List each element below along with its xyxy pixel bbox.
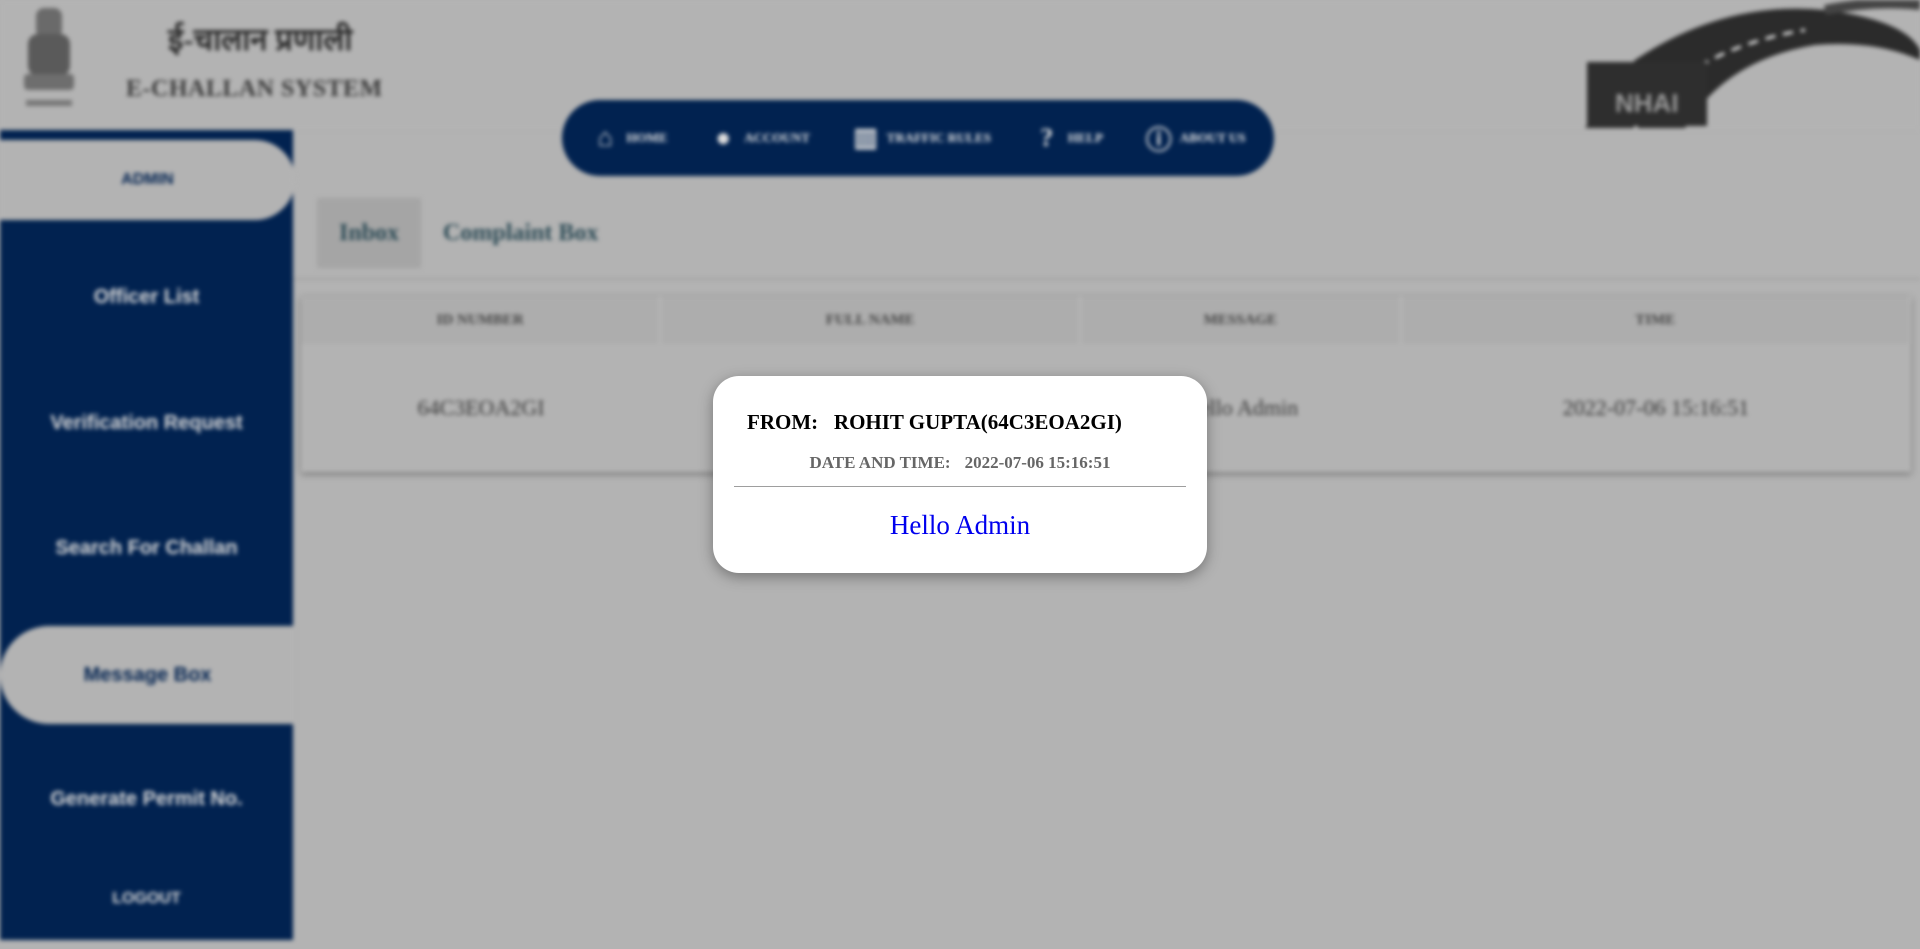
message-modal: FROM: ROHIT GUPTA(64C3EOA2GI) DATE AND T… [713,376,1207,573]
sidebar-item-generate-permit[interactable]: Generate Permit No. [0,788,293,811]
message-tabs: Inbox Complaint Box [317,198,620,268]
column-header-name: FULL NAME [661,296,1082,344]
sidebar-header-admin: ADMIN [0,140,295,220]
site-title-hindi: ई-चालान प्रणाली [168,22,353,57]
date-value: 2022-07-06 15:16:51 [964,453,1111,472]
national-emblem-icon [24,8,74,106]
table-header: ID NUMBER FULL NAME MESSAGE TIME [301,296,1911,344]
column-header-message: MESSAGE [1081,296,1402,344]
column-header-id: ID NUMBER [301,296,662,344]
modal-divider [734,486,1186,487]
sidebar-item-search-for-challan[interactable]: Search For Challan [0,537,293,560]
date-label: DATE AND TIME: [809,453,951,472]
from-value: ROHIT GUPTA(64C3EOA2GI) [833,410,1122,434]
tab-inbox[interactable]: Inbox [317,198,422,268]
column-header-time: TIME [1402,296,1911,344]
tab-complaint-box[interactable]: Complaint Box [421,198,620,268]
site-title-english: E-CHALLAN SYSTEM [126,76,383,102]
cell-time: 2022-07-06 15:16:51 [1562,395,1750,420]
sidebar-item-officer-list[interactable]: Officer List [0,286,293,309]
svg-text:NHAI: NHAI [1615,88,1679,118]
sidebar-item-logout[interactable]: LOGOUT [0,890,293,908]
tab-divider [293,278,1920,280]
sidebar-item-verification-request[interactable]: Verification Request [0,412,293,435]
sidebar-item-message-box[interactable]: Message Box [0,626,295,724]
modal-message-text: Hello Admin [889,510,1031,540]
modal-date-time: DATE AND TIME: 2022-07-06 15:16:51 [713,453,1207,473]
from-label: FROM: [747,410,819,434]
cell-id: 64C3EOA2GI [417,395,545,420]
highway-logo-icon: NHAI [1585,0,1920,129]
sidebar [0,130,293,940]
modal-from: FROM: ROHIT GUPTA(64C3EOA2GI) [747,410,1122,435]
